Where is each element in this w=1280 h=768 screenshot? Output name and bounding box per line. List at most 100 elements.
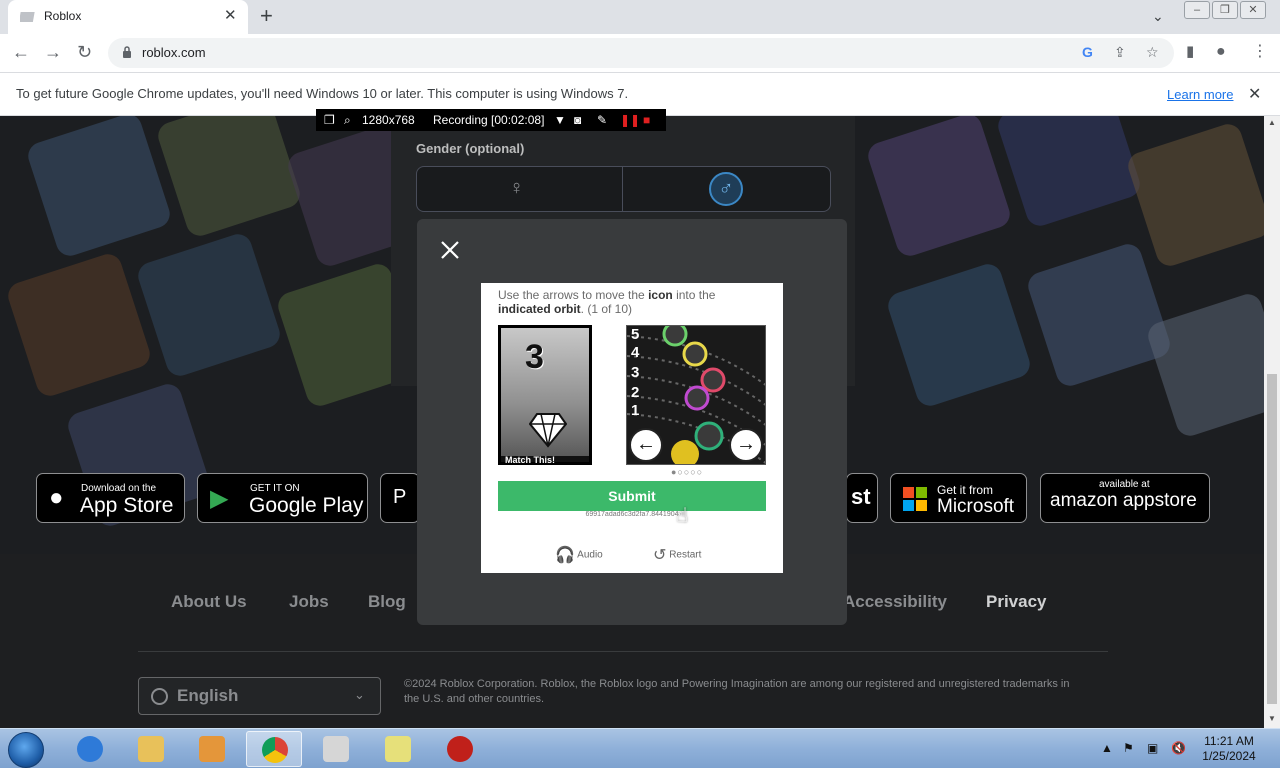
- minimize-button[interactable]: –: [1184, 1, 1210, 19]
- taskbar-app6[interactable]: [370, 731, 426, 767]
- browser-toolbar: ← → ↻ roblox.com G ⇪ ☆ ▮ ● ⋮: [0, 34, 1280, 72]
- recorder-pause-icon[interactable]: ❚❚: [620, 113, 640, 127]
- restart-icon: ↺: [653, 547, 667, 564]
- gender-selector: ♀ ♂: [416, 166, 831, 212]
- orbit-label-5: 5: [631, 326, 640, 343]
- lock-icon: [123, 46, 131, 58]
- male-gender-icon[interactable]: ♂: [709, 172, 743, 206]
- audio-button[interactable]: 🎧 Audio: [555, 545, 603, 565]
- taskbar-recorder[interactable]: [432, 731, 488, 767]
- captcha-modal: Use the arrows to move the icon into the…: [417, 219, 847, 625]
- media-player-icon: [199, 736, 225, 762]
- target-caption: Match This!: [505, 455, 556, 465]
- close-window-button[interactable]: ✕: [1240, 1, 1266, 19]
- mouse-cursor-icon: ☝: [676, 505, 689, 527]
- start-button[interactable]: [8, 732, 44, 768]
- taskbar-app5[interactable]: [308, 731, 364, 767]
- internet-explorer-icon: [77, 736, 103, 762]
- learn-more-link[interactable]: Learn more: [1167, 87, 1233, 102]
- new-tab-button[interactable]: +: [260, 5, 273, 27]
- share-icon[interactable]: ⇪: [1114, 44, 1126, 61]
- chevron-down-icon: ⌄: [354, 687, 365, 702]
- recorder-stop-icon[interactable]: ■: [643, 113, 650, 127]
- restart-button[interactable]: ↺ Restart: [653, 545, 701, 565]
- footer-link-blog[interactable]: Blog: [368, 592, 406, 612]
- side-panel-icon[interactable]: ▮: [1186, 42, 1194, 62]
- xbox-badge[interactable]: st: [846, 473, 878, 523]
- page-scrollbar[interactable]: ▲ ▼: [1264, 116, 1280, 728]
- taskbar-explorer[interactable]: [123, 731, 179, 767]
- footer-link-accessibility[interactable]: Accessibility: [843, 592, 947, 612]
- recorder-dropdown-icon[interactable]: ▼: [554, 113, 566, 127]
- language-select[interactable]: English ⌄: [138, 677, 381, 715]
- tray-expand-icon[interactable]: ▲: [1101, 741, 1113, 755]
- menu-kebab-icon[interactable]: ⋮: [1252, 42, 1268, 62]
- orbit-label-4: 4: [631, 344, 640, 361]
- apple-icon: ●: [49, 484, 64, 511]
- app-store-badge[interactable]: ● Download on the App Store: [36, 473, 185, 523]
- forward-arrow-icon[interactable]: →: [44, 42, 62, 62]
- url-text: roblox.com: [142, 45, 206, 60]
- volume-muted-icon[interactable]: 🔇: [1171, 741, 1186, 755]
- recorder-app-icon: [447, 736, 473, 762]
- tab-close-icon[interactable]: ✕: [224, 8, 237, 24]
- taskbar-chrome[interactable]: [246, 731, 302, 767]
- recorder-camera-icon[interactable]: ◙: [574, 113, 581, 127]
- profile-avatar-icon[interactable]: ●: [1216, 42, 1226, 62]
- footer-link-jobs[interactable]: Jobs: [289, 592, 329, 612]
- target-image: 3 Match This!: [498, 325, 592, 465]
- submit-button[interactable]: Submit: [498, 481, 766, 511]
- footer-link-about[interactable]: About Us: [171, 592, 247, 612]
- captcha-panel: Use the arrows to move the icon into the…: [481, 283, 783, 573]
- back-arrow-icon[interactable]: ←: [12, 42, 30, 62]
- progress-dots: ●○○○○: [671, 467, 704, 477]
- gender-label: Gender (optional): [416, 141, 525, 156]
- network-icon[interactable]: ▣: [1147, 741, 1158, 755]
- bookmark-star-icon[interactable]: ☆: [1146, 44, 1159, 61]
- google-play-badge[interactable]: ▶ GET IT ON Google Play: [197, 473, 368, 523]
- recorder-window-icon[interactable]: ❐: [324, 113, 335, 127]
- screen-recorder-bar: ❐ ⌕ 1280x768 Recording [00:02:08] ▼ ◙ ✎ …: [316, 109, 666, 131]
- modal-close-icon[interactable]: [439, 239, 461, 261]
- taskbar-clock[interactable]: 11:21 AM 1/25/2024: [1196, 734, 1262, 764]
- scroll-down-icon[interactable]: ▼: [1268, 714, 1276, 723]
- google-play-icon: ▶: [210, 485, 229, 512]
- folder-icon: [138, 736, 164, 762]
- browser-tab[interactable]: Roblox ✕: [8, 0, 248, 34]
- infobar-close-icon[interactable]: ✕: [1248, 84, 1261, 104]
- footer-link-privacy[interactable]: Privacy: [986, 592, 1047, 612]
- session-id: 69917adad6c3d2fa7.8441904: [585, 511, 679, 518]
- address-bar[interactable]: roblox.com G ⇪ ☆: [108, 38, 1174, 68]
- headphones-icon: 🎧: [555, 547, 575, 564]
- browser-titlebar: Roblox ✕ + ⌄ – ❐ ✕: [0, 0, 1280, 34]
- action-center-flag-icon[interactable]: ⚑: [1123, 741, 1134, 755]
- reload-icon[interactable]: ↻: [77, 42, 92, 62]
- gender-divider: [622, 167, 623, 211]
- female-gender-icon[interactable]: ♀: [509, 177, 524, 200]
- restore-button[interactable]: ❐: [1212, 1, 1238, 19]
- playstation-icon: P: [393, 486, 407, 508]
- scroll-up-icon[interactable]: ▲: [1268, 118, 1276, 127]
- microsoft-logo-icon: [903, 487, 927, 511]
- scrollbar-thumb[interactable]: [1267, 374, 1277, 704]
- orbit-label-3: 3: [631, 364, 640, 381]
- microsoft-badge[interactable]: Get it from Microsoft: [890, 473, 1027, 523]
- taskbar-ie[interactable]: [62, 731, 118, 767]
- document-icon: [323, 736, 349, 762]
- move-right-button[interactable]: →: [729, 428, 763, 462]
- move-left-button[interactable]: ←: [629, 428, 663, 462]
- orbit-label-1: 1: [631, 402, 640, 419]
- amazon-appstore-badge[interactable]: available at amazon appstore: [1040, 473, 1210, 523]
- recorder-pen-icon[interactable]: ✎: [597, 113, 607, 127]
- target-number: 3: [525, 338, 544, 376]
- recorder-zoom-icon[interactable]: ⌕: [344, 113, 351, 128]
- playstation-badge[interactable]: P: [380, 473, 420, 523]
- globe-icon: [151, 688, 168, 705]
- roblox-favicon-icon: [20, 12, 35, 22]
- tab-search-icon[interactable]: ⌄: [1152, 8, 1164, 25]
- tab-title: Roblox: [44, 9, 82, 23]
- windows-taskbar: ▲ ⚑ ▣ 🔇 11:21 AM 1/25/2024: [0, 728, 1280, 768]
- orbit-label-2: 2: [631, 384, 640, 401]
- taskbar-media[interactable]: [184, 731, 240, 767]
- google-lens-icon[interactable]: G: [1082, 44, 1093, 60]
